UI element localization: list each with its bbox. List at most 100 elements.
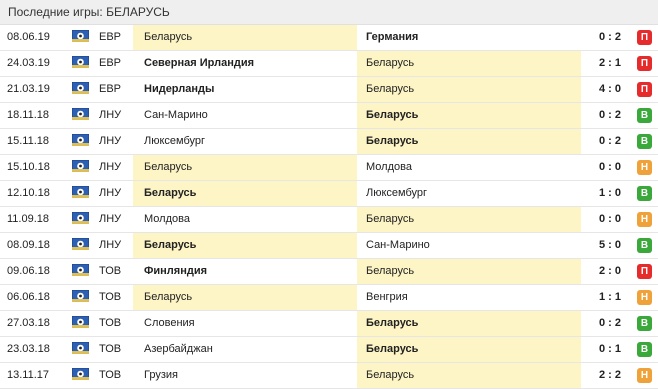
home-team[interactable]: Молдова (133, 207, 357, 232)
match-score[interactable]: 0 : 1 (581, 337, 621, 362)
away-team[interactable]: Беларусь (357, 363, 581, 388)
match-date: 09.06.18 (7, 265, 50, 277)
tournament-code[interactable]: ЛНУ (99, 129, 133, 154)
ball-flag-icon (71, 29, 90, 43)
result-badge: В (637, 186, 652, 201)
match-row[interactable]: 24.03.19 ЕВР Северная Ирландия Беларусь 2 : … (0, 51, 658, 77)
match-score[interactable]: 5 : 0 (581, 233, 621, 258)
home-team[interactable]: Беларусь (133, 285, 357, 310)
match-row[interactable]: 08.09.18 ЛНУ Беларусь Сан-Марино 5 : 0 В (0, 233, 658, 259)
home-team[interactable]: Беларусь (133, 233, 357, 258)
result-badge: Н (637, 212, 652, 227)
matches-table: 08.06.19 ЕВР Беларусь Германия 0 : 2 П 24.03.1… (0, 25, 658, 389)
home-team[interactable]: Люксембург (133, 129, 357, 154)
ball-flag-icon (71, 107, 90, 121)
ball-flag-icon (71, 81, 90, 95)
match-score[interactable]: 4 : 0 (581, 77, 621, 102)
match-score[interactable]: 0 : 2 (581, 25, 621, 50)
result-badge: Н (637, 290, 652, 305)
result-badge: Н (637, 368, 652, 383)
match-date: 24.03.19 (7, 57, 50, 69)
away-team[interactable]: Беларусь (357, 311, 581, 336)
tournament-code[interactable]: ТОВ (99, 337, 133, 362)
tournament-code[interactable]: ЕВР (99, 25, 133, 50)
match-row[interactable]: 09.06.18 ТОВ Финляндия Беларусь 2 : 0 П (0, 259, 658, 285)
home-team[interactable]: Беларусь (133, 181, 357, 206)
tournament-code[interactable]: ЛНУ (99, 233, 133, 258)
match-row[interactable]: 12.10.18 ЛНУ Беларусь Люксембург 1 : 0 В (0, 181, 658, 207)
away-team[interactable]: Молдова (357, 155, 581, 180)
home-team[interactable]: Азербайджан (133, 337, 357, 362)
match-score[interactable]: 0 : 2 (581, 129, 621, 154)
match-score[interactable]: 2 : 1 (581, 51, 621, 76)
away-team[interactable]: Беларусь (357, 259, 581, 284)
tournament-code[interactable]: ЕВР (99, 51, 133, 76)
tournament-code[interactable]: ТОВ (99, 259, 133, 284)
match-score[interactable]: 1 : 1 (581, 285, 621, 310)
match-score[interactable]: 1 : 0 (581, 181, 621, 206)
match-row[interactable]: 13.11.17 ТОВ Грузия Беларусь 2 : 2 Н (0, 363, 658, 389)
result-badge: П (637, 56, 652, 71)
match-score[interactable]: 0 : 0 (581, 207, 621, 232)
away-team[interactable]: Беларусь (357, 77, 581, 102)
away-team[interactable]: Беларусь (357, 51, 581, 76)
match-date: 08.09.18 (7, 239, 50, 251)
tournament-code[interactable]: ЕВР (99, 77, 133, 102)
home-team[interactable]: Финляндия (133, 259, 357, 284)
match-date: 12.10.18 (7, 187, 50, 199)
match-score[interactable]: 0 : 0 (581, 155, 621, 180)
match-row[interactable]: 08.06.19 ЕВР Беларусь Германия 0 : 2 П (0, 25, 658, 51)
page-title: Последние игры: БЕЛАРУСЬ (0, 0, 658, 25)
match-row[interactable]: 21.03.19 ЕВР Нидерланды Беларусь 4 : 0 П (0, 77, 658, 103)
match-row[interactable]: 06.06.18 ТОВ Беларусь Венгрия 1 : 1 Н (0, 285, 658, 311)
match-date: 21.03.19 (7, 83, 50, 95)
ball-flag-icon (71, 289, 90, 303)
result-badge: П (637, 82, 652, 97)
match-row[interactable]: 27.03.18 ТОВ Словения Беларусь 0 : 2 В (0, 311, 658, 337)
tournament-code[interactable]: ТОВ (99, 311, 133, 336)
away-team[interactable]: Беларусь (357, 103, 581, 128)
home-team[interactable]: Беларусь (133, 155, 357, 180)
match-score[interactable]: 0 : 2 (581, 311, 621, 336)
tournament-code[interactable]: ЛНУ (99, 181, 133, 206)
away-team[interactable]: Люксембург (357, 181, 581, 206)
ball-flag-icon (71, 237, 90, 251)
away-team[interactable]: Венгрия (357, 285, 581, 310)
ball-flag-icon (71, 211, 90, 225)
match-score[interactable]: 0 : 2 (581, 103, 621, 128)
match-date: 06.06.18 (7, 291, 50, 303)
tournament-code[interactable]: ЛНУ (99, 155, 133, 180)
match-row[interactable]: 18.11.18 ЛНУ Сан-Марино Беларусь 0 : 2 В (0, 103, 658, 129)
home-team[interactable]: Северная Ирландия (133, 51, 357, 76)
match-row[interactable]: 23.03.18 ТОВ Азербайджан Беларусь 0 : 1 В (0, 337, 658, 363)
result-badge: В (637, 238, 652, 253)
tournament-code[interactable]: ТОВ (99, 285, 133, 310)
tournament-code[interactable]: ЛНУ (99, 103, 133, 128)
ball-flag-icon (71, 315, 90, 329)
ball-flag-icon (71, 159, 90, 173)
home-team[interactable]: Грузия (133, 363, 357, 388)
ball-flag-icon (71, 263, 90, 277)
tournament-code[interactable]: ТОВ (99, 363, 133, 388)
result-badge: П (637, 30, 652, 45)
match-row[interactable]: 15.11.18 ЛНУ Люксембург Беларусь 0 : 2 В (0, 129, 658, 155)
tournament-code[interactable]: ЛНУ (99, 207, 133, 232)
match-score[interactable]: 2 : 0 (581, 259, 621, 284)
home-team[interactable]: Сан-Марино (133, 103, 357, 128)
away-team[interactable]: Сан-Марино (357, 233, 581, 258)
result-badge: Н (637, 160, 652, 175)
result-badge: П (637, 264, 652, 279)
home-team[interactable]: Нидерланды (133, 77, 357, 102)
match-date: 15.10.18 (7, 161, 50, 173)
match-score[interactable]: 2 : 2 (581, 363, 621, 388)
result-badge: В (637, 342, 652, 357)
away-team[interactable]: Беларусь (357, 337, 581, 362)
match-row[interactable]: 15.10.18 ЛНУ Беларусь Молдова 0 : 0 Н (0, 155, 658, 181)
home-team[interactable]: Словения (133, 311, 357, 336)
match-row[interactable]: 11.09.18 ЛНУ Молдова Беларусь 0 : 0 Н (0, 207, 658, 233)
away-team[interactable]: Германия (357, 25, 581, 50)
home-team[interactable]: Беларусь (133, 25, 357, 50)
away-team[interactable]: Беларусь (357, 207, 581, 232)
away-team[interactable]: Беларусь (357, 129, 581, 154)
match-date: 13.11.17 (7, 369, 50, 381)
